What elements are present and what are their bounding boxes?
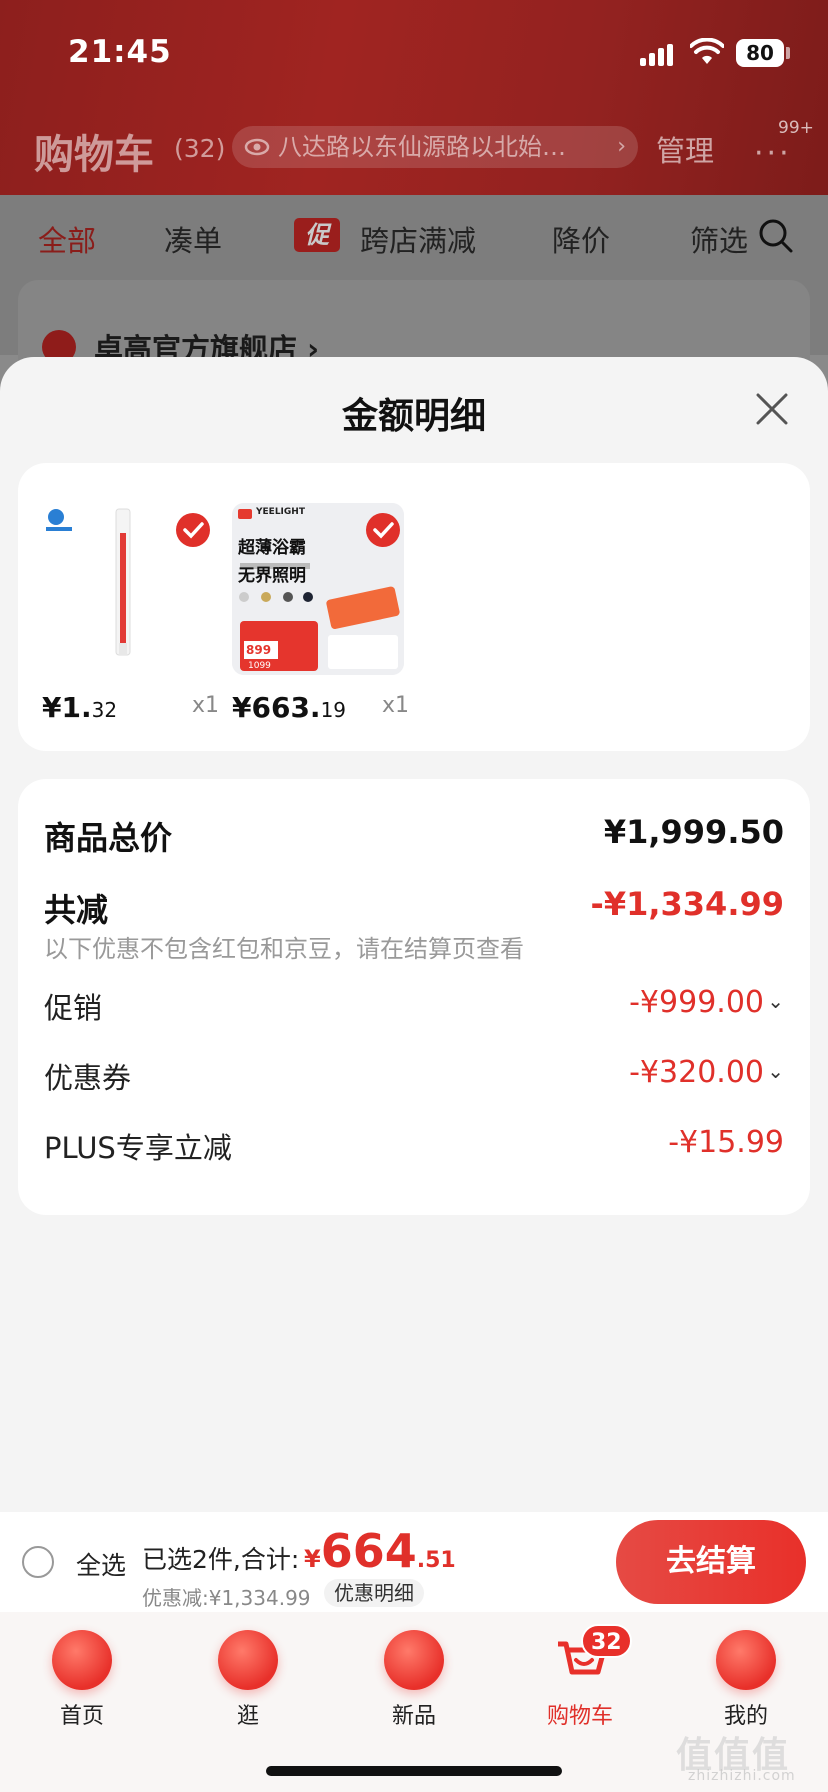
tab-cross-store[interactable]: 跨店满减 <box>360 218 476 260</box>
chevron-down-icon[interactable]: ⌄ <box>767 989 784 1013</box>
promo-tag: 促 <box>294 218 340 252</box>
gift-box-icon <box>384 1630 444 1690</box>
nav-browse[interactable]: 逛 <box>193 1626 303 1736</box>
discount-detail-button[interactable]: 优惠明细 <box>324 1579 424 1607</box>
selected-summary: 已选2件,合计: <box>142 1545 300 1574</box>
product-headline: 无界照明 <box>238 566 306 586</box>
cart-count: (32) <box>174 134 226 163</box>
total-reduction-label: 共减 <box>44 891 109 929</box>
watermark-url: zhizhizhi.com <box>688 1768 796 1784</box>
cart-count-badge: 32 <box>581 1624 632 1658</box>
wifi-icon <box>690 38 724 64</box>
manage-button[interactable]: 管理 <box>656 128 714 170</box>
message-badge: 99+ <box>778 118 814 138</box>
total-price-label: 商品总价 <box>44 819 173 857</box>
promotion-label: 促销 <box>44 991 103 1025</box>
price-breakdown-card: 商品总价 ¥1,999.50 共减 -¥1,334.99 以下优惠不包含红包和京… <box>18 779 810 1215</box>
product-old-price: 1099 <box>248 661 271 671</box>
tab-filter[interactable]: 筛选 <box>690 218 748 260</box>
coupon-row[interactable]: 优惠券 -¥320.00 ⌄ <box>44 1055 784 1095</box>
battery-tip <box>786 47 790 59</box>
plus-discount-row: PLUS专享立减 -¥15.99 <box>44 1125 784 1165</box>
total-reduction-value: -¥1,334.99 <box>590 885 784 923</box>
status-time: 21:45 <box>68 34 172 70</box>
total-price-value: ¥1,999.50 <box>603 813 784 851</box>
plus-discount-value: -¥15.99 <box>668 1125 784 1160</box>
tab-price-drop[interactable]: 降价 <box>552 218 610 260</box>
status-bar: 21:45 80 <box>0 0 828 105</box>
total-reduction-row: 共减 -¥1,334.99 <box>44 885 784 929</box>
selected-check-icon[interactable] <box>366 513 400 547</box>
reduction-note: 以下优惠不包含红包和京豆，请在结算页查看 <box>44 935 524 963</box>
promotion-row[interactable]: 促销 -¥999.00 ⌄ <box>44 985 784 1025</box>
nav-new[interactable]: 新品 <box>359 1626 469 1736</box>
selected-check-icon[interactable] <box>176 513 210 547</box>
item-price: ¥1.32 <box>42 691 118 724</box>
tab-bundle[interactable]: 凑单 <box>164 218 222 260</box>
nav-label: 逛 <box>236 1704 259 1729</box>
item-price: ¥663.19 <box>232 691 347 724</box>
browse-icon <box>218 1630 278 1690</box>
amount-detail-sheet: 金额明细 ¥1.32 x1 YEELIGHT 超薄浴霸 无界照明 899 109… <box>0 357 828 1512</box>
sheet-title: 金额明细 <box>341 396 486 437</box>
product-headline: 超薄浴霸 <box>238 538 306 558</box>
goods-card: ¥1.32 x1 YEELIGHT 超薄浴霸 无界照明 899 1099 ¥66… <box>18 463 810 751</box>
address-text: 八达路以东仙源路以北始… <box>278 133 566 161</box>
nav-profile[interactable]: 我的 <box>691 1626 801 1736</box>
coupon-value: -¥320.00 <box>629 1055 764 1090</box>
select-all-radio[interactable] <box>22 1546 54 1578</box>
item-quantity: x1 <box>192 693 220 718</box>
item-quantity: x1 <box>382 693 410 718</box>
search-icon[interactable] <box>758 218 794 254</box>
chevron-right-icon: › <box>617 134 626 159</box>
promotion-value: -¥999.00 <box>629 985 764 1020</box>
nav-home[interactable]: 首页 <box>27 1626 137 1736</box>
battery-indicator: 80 <box>736 39 784 67</box>
close-icon[interactable] <box>752 389 792 429</box>
discount-summary: 优惠减:¥1,334.99 <box>142 1586 311 1610</box>
home-indicator <box>266 1766 562 1776</box>
more-icon[interactable]: ··· <box>754 136 792 171</box>
total-price-row: 商品总价 ¥1,999.50 <box>44 813 784 857</box>
home-icon <box>52 1630 112 1690</box>
checkout-bar: 全选 已选2件,合计: ¥664.51 优惠减:¥1,334.99 优惠明细 去… <box>0 1512 828 1612</box>
chevron-down-icon[interactable]: ⌄ <box>767 1059 784 1083</box>
nav-label: 购物车 <box>546 1704 613 1729</box>
eye-icon <box>244 138 270 156</box>
tab-all[interactable]: 全部 <box>38 218 96 260</box>
coupon-label: 优惠券 <box>44 1061 132 1095</box>
user-icon <box>716 1630 776 1690</box>
goods-item[interactable]: ¥1.32 x1 <box>42 463 226 751</box>
checkout-button[interactable]: 去结算 <box>616 1520 806 1604</box>
select-all-label[interactable]: 全选 <box>76 1546 126 1582</box>
product-brand-text: YEELIGHT <box>256 507 305 517</box>
address-selector[interactable]: 八达路以东仙源路以北始… › <box>232 126 638 168</box>
page-title: 购物车 <box>34 132 154 178</box>
nav-label: 首页 <box>59 1704 104 1729</box>
product-promo-price: 899 <box>246 643 272 657</box>
signal-icon <box>640 44 674 66</box>
plus-discount-label: PLUS专享立减 <box>44 1131 232 1165</box>
goods-item[interactable]: YEELIGHT 超薄浴霸 无界照明 899 1099 ¥663.19 x1 <box>232 463 416 751</box>
total-amount: ¥664.51 <box>304 1524 456 1578</box>
nav-label: 新品 <box>391 1704 436 1729</box>
nav-cart[interactable]: 32 购物车 <box>525 1624 635 1736</box>
bottom-tab-bar: 首页 逛 新品 32 购物车 我的 值值值 zhizhizhi.com <box>0 1612 828 1792</box>
